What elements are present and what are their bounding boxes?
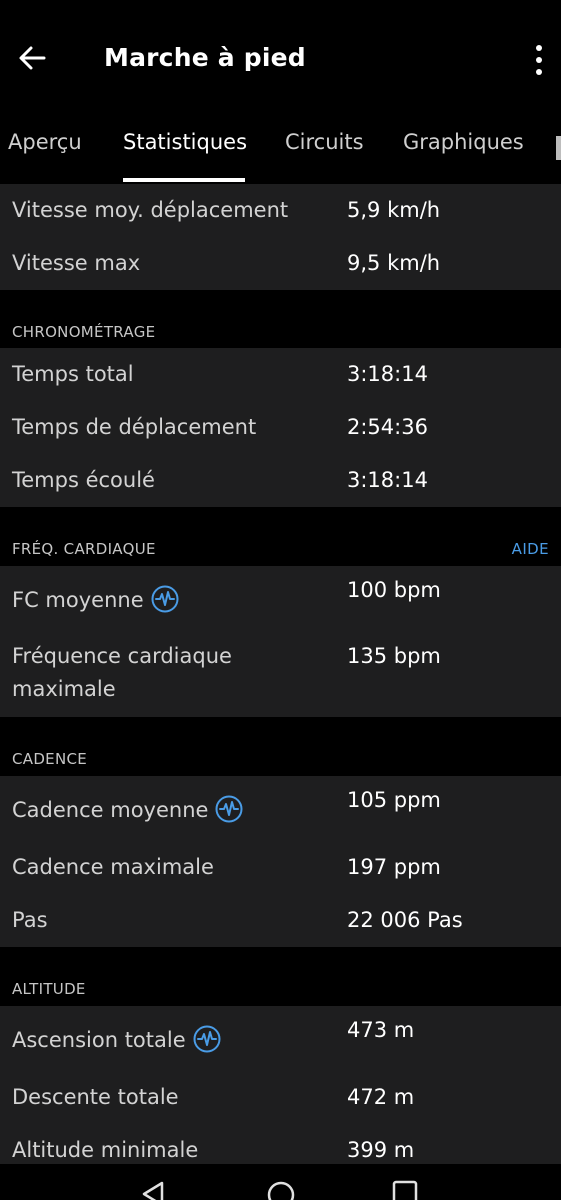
stat-value: 5,9 km/h — [347, 198, 441, 222]
stat-value: 100 bpm — [347, 578, 441, 602]
more-options-button[interactable] — [524, 40, 554, 80]
stat-label: Temps total — [12, 362, 134, 386]
cadence-zone-icon[interactable] — [214, 794, 244, 824]
speed-card: Vitesse moy. déplacement 5,9 km/h Vitess… — [0, 184, 561, 290]
nav-recents-icon[interactable] — [392, 1180, 418, 1200]
stat-value: 399 m — [347, 1138, 415, 1162]
stat-label: Temps de déplacement — [12, 415, 257, 439]
stat-value: 2:54:36 — [347, 415, 428, 439]
heart-rate-zone-icon[interactable] — [150, 584, 180, 614]
ascent-chart-icon[interactable] — [192, 1024, 222, 1054]
tab-graphiques[interactable]: Graphiques — [403, 130, 524, 154]
more-vert-icon — [536, 45, 542, 51]
stat-value: 472 m — [347, 1085, 415, 1109]
stat-label: Vitesse max — [12, 251, 141, 275]
tab-circuits[interactable]: Circuits — [285, 130, 364, 154]
tab-next-partial[interactable] — [556, 136, 561, 160]
stat-label: Vitesse moy. déplacement — [12, 198, 289, 222]
back-button[interactable] — [14, 40, 50, 76]
cadence-card: Cadence moyenne 105 ppm Cadence maximale… — [0, 776, 561, 947]
stat-label: Altitude minimale — [12, 1138, 199, 1162]
timing-card: Temps total 3:18:14 Temps de déplacement… — [0, 348, 561, 507]
stat-value: 3:18:14 — [347, 362, 428, 386]
tab-apercu[interactable]: Aperçu — [8, 130, 82, 154]
stat-label: Descente totale — [12, 1085, 179, 1109]
active-tab-indicator — [123, 178, 245, 182]
arrow-left-icon — [19, 46, 46, 70]
section-header-timing: CHRONOMÉTRAGE — [12, 323, 156, 341]
section-header-heart-rate: FRÉQ. CARDIAQUE — [12, 540, 156, 558]
stat-label: Cadence moyenne — [12, 798, 209, 822]
stat-label: Temps écoulé — [12, 468, 155, 492]
section-header-altitude: ALTITUDE — [12, 980, 86, 998]
help-link[interactable]: AIDE — [512, 540, 549, 558]
stat-value: 3:18:14 — [347, 468, 428, 492]
section-header-cadence: CADENCE — [12, 750, 88, 768]
system-nav-bar — [0, 1164, 561, 1200]
stat-label: Ascension totale — [12, 1028, 186, 1052]
stat-label: Cadence maximale — [12, 855, 214, 879]
stat-value: 197 ppm — [347, 855, 441, 879]
stat-value: 9,5 km/h — [347, 251, 441, 275]
stat-value: 135 bpm — [347, 644, 441, 668]
heart-rate-card: FC moyenne 100 bpm Fréquence cardiaque m… — [0, 566, 561, 717]
stat-label: Pas — [12, 908, 48, 932]
stat-value: 473 m — [347, 1018, 415, 1042]
stat-label: FC moyenne — [12, 588, 144, 612]
altitude-card: Ascension totale 473 m Descente totale 4… — [0, 1006, 561, 1164]
app-bar: Marche à pied — [0, 0, 561, 118]
tab-bar: Aperçu Statistiques Circuits Graphiques — [0, 118, 561, 184]
nav-home-icon[interactable] — [266, 1180, 296, 1200]
nav-back-icon[interactable] — [140, 1180, 168, 1200]
stat-value: 105 ppm — [347, 788, 441, 812]
tab-statistiques[interactable]: Statistiques — [123, 130, 247, 154]
statistics-list[interactable]: Vitesse moy. déplacement 5,9 km/h Vitess… — [0, 184, 561, 1164]
page-title: Marche à pied — [104, 43, 306, 72]
stat-value: 22 006 Pas — [347, 908, 463, 932]
stat-label: Fréquence cardiaque maximale — [12, 644, 232, 701]
